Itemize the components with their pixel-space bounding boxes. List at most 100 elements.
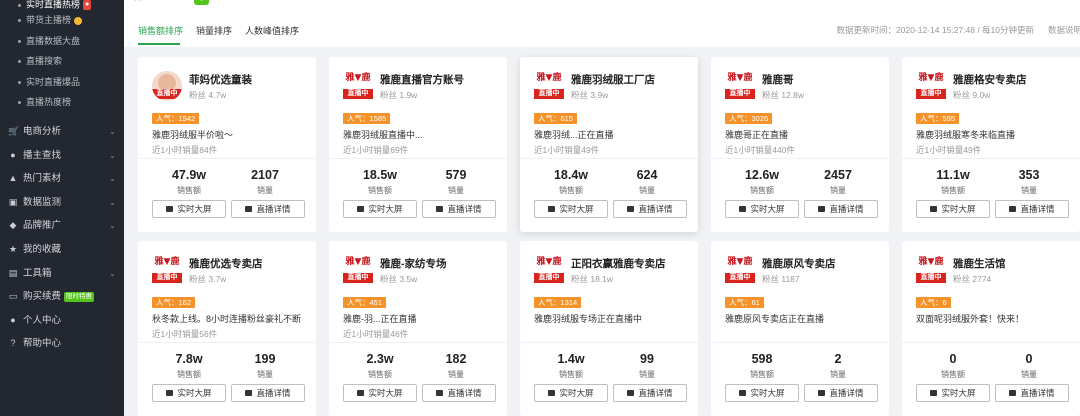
realtime-screen-button[interactable]: 实时大屏	[152, 384, 226, 402]
camera-icon	[357, 389, 365, 396]
live-room-card[interactable]: 雅▼鹿 直播中 正阳衣赢雅鹿专卖店 粉丝 18.1w 人气：1314 雅鹿羽绒服专场正在直…	[520, 241, 698, 416]
live-detail-button[interactable]: 直播详情	[422, 200, 496, 218]
sidebar-item-live-hot[interactable]: 实时直播热榜 ●	[0, 0, 124, 10]
hour-sales: 近1小时销量84件	[152, 145, 218, 155]
sidebar-item-star[interactable]: ★ 我的收藏	[0, 238, 124, 262]
live-room-card[interactable]: 雅▼鹿 直播中 雅鹿-家纺专场 粉丝 3.5w 人气：451 雅鹿-羽...正在直播 近1小…	[329, 241, 507, 416]
live-room-card[interactable]: 雅▼鹿 直播中 雅鹿格安专卖店 粉丝 9.0w 人气：595 雅鹿羽绒服寒冬来临直播 近1小…	[902, 57, 1080, 232]
streamer-name[interactable]: 雅鹿直播官方账号	[380, 72, 464, 87]
live-detail-button[interactable]: 直播详情	[231, 200, 305, 218]
realtime-screen-button[interactable]: 实时大屏	[534, 384, 608, 402]
sales-amount: 18.5w	[362, 168, 398, 182]
realtime-screen-button[interactable]: 实时大屏	[152, 200, 226, 218]
realtime-screen-button[interactable]: 实时大屏	[916, 384, 990, 402]
tab-sales-sort[interactable]: 销售额排序	[138, 24, 183, 37]
live-room-card[interactable]: 雅▼鹿 直播中 雅鹿原风专卖店 粉丝 1187 人气：61 雅鹿原风专卖店正在直播 598 销…	[711, 241, 889, 416]
live-detail-button[interactable]: 直播详情	[995, 200, 1069, 218]
brand-logo[interactable]: 雅▼鹿 直播中	[534, 255, 564, 285]
brand-logo[interactable]: 雅▼鹿 直播中	[534, 71, 564, 101]
chevron-down-icon: ⌄	[109, 174, 116, 184]
live-detail-button[interactable]: 直播详情	[804, 200, 878, 218]
brand-logo[interactable]: 雅▼鹿 直播中	[152, 255, 182, 285]
divider	[902, 158, 1080, 159]
sidebar-item-toolbox[interactable]: ▤ 工具箱 ⌄	[0, 262, 124, 286]
sidebar-item-live-heat[interactable]: 直播热度榜	[0, 92, 124, 113]
sidebar-item-monitor[interactable]: ▣ 数据监测 ⌄	[0, 191, 124, 215]
tab-peak-sort[interactable]: 人数峰值排序	[245, 24, 299, 37]
sidebar-item-help[interactable]: ? 帮助中心	[0, 332, 124, 356]
brand-logo[interactable]: 雅▼鹿 直播中	[725, 71, 755, 101]
realtime-screen-button[interactable]: 实时大屏	[343, 384, 417, 402]
tab-volume-sort[interactable]: 销量排序	[196, 24, 232, 37]
live-title: 雅鹿羽绒服直播中...	[343, 130, 423, 140]
streamer-name[interactable]: 雅鹿优选专卖店	[189, 256, 263, 271]
button-label: 直播详情	[1020, 388, 1055, 398]
logo-text: 雅▼鹿	[343, 255, 373, 269]
active-tab-indicator	[138, 43, 180, 45]
divider	[520, 342, 698, 343]
streamer-name[interactable]: 雅鹿原风专卖店	[762, 256, 836, 271]
fans-count: 粉丝 18.1w	[571, 274, 614, 284]
brand-logo[interactable]: 雅▼鹿 直播中	[916, 255, 946, 285]
live-room-card[interactable]: 雅▼鹿 直播中 雅鹿哥 粉丝 12.8w 人气：3026 雅鹿哥正在直播 近1小时销量440…	[711, 57, 889, 232]
live-room-card[interactable]: 雅▼鹿 直播中 雅鹿直播官方账号 粉丝 1.9w 人气：1585 雅鹿羽绒服直播中... 近…	[329, 57, 507, 232]
dot-icon	[18, 80, 21, 84]
live-room-card[interactable]: 直播中 菲妈优选童装 粉丝 4.7w 人气：1942 雅鹿羽绒服半价啦～ 近1小时销量84…	[138, 57, 316, 232]
sales-amount: 18.4w	[553, 168, 589, 182]
sales-amount-label: 销售额	[941, 370, 965, 379]
divider	[711, 342, 889, 343]
brand-logo[interactable]: 雅▼鹿 直播中	[343, 255, 373, 285]
sidebar-item-seller-rank[interactable]: 带货主播榜	[0, 10, 124, 31]
sidebar-item-fire[interactable]: ▲ 热门素材 ⌄	[0, 167, 124, 191]
button-label: 实时大屏	[368, 204, 403, 214]
brand-logo[interactable]: 雅▼鹿 直播中	[725, 255, 755, 285]
data-explain-link[interactable]: 数据说明	[1048, 24, 1080, 36]
live-room-card[interactable]: 雅▼鹿 直播中 雅鹿生活馆 粉丝 2774 人气：6 双面呢羽绒服外套！快来！ 0 销售额 0 销…	[902, 241, 1080, 416]
logo-char: 雅	[536, 257, 546, 267]
divider	[138, 342, 316, 343]
live-detail-button[interactable]: 直播详情	[995, 384, 1069, 402]
live-detail-button[interactable]: 直播详情	[422, 384, 496, 402]
sidebar-item-search-user[interactable]: ● 播主查找 ⌄	[0, 144, 124, 168]
streamer-name[interactable]: 雅鹿格安专卖店	[953, 72, 1027, 87]
sidebar-item-brand[interactable]: ◆ 品牌推广 ⌄	[0, 214, 124, 238]
brand-logo[interactable]: 雅▼鹿 直播中	[916, 71, 946, 101]
streamer-name[interactable]: 雅鹿-家纺专场	[380, 256, 447, 271]
sidebar-item-live-dashboard[interactable]: 直播数据大盘	[0, 31, 124, 52]
streamer-name[interactable]: 正阳衣赢雅鹿专卖店	[571, 256, 666, 271]
live-detail-button[interactable]: 直播详情	[613, 384, 687, 402]
streamer-name[interactable]: 雅鹿哥	[762, 72, 794, 87]
live-detail-button[interactable]: 直播详情	[613, 200, 687, 218]
sales-volume-label: 销量	[639, 370, 655, 379]
realtime-screen-button[interactable]: 实时大屏	[725, 384, 799, 402]
live-room-card[interactable]: 雅▼鹿 直播中 雅鹿羽绒服工厂店 粉丝 3.9w 人气：615 雅鹿羽绒...正在直播 近1…	[520, 57, 698, 232]
avatar[interactable]: 直播中	[152, 71, 182, 101]
streamer-name[interactable]: 雅鹿生活馆	[953, 256, 1006, 271]
chart-icon	[245, 389, 253, 396]
hot-badge: ●	[83, 0, 92, 10]
medal-icon	[74, 16, 83, 25]
realtime-screen-button[interactable]: 实时大屏	[343, 200, 417, 218]
live-detail-button[interactable]: 直播详情	[231, 384, 305, 402]
streamer-name[interactable]: 雅鹿羽绒服工厂店	[571, 72, 655, 87]
filter-tag[interactable]: ·	[194, 0, 209, 5]
camera-icon	[548, 205, 556, 212]
brand-logo[interactable]: 雅▼鹿 直播中	[343, 71, 373, 101]
camera-icon	[930, 205, 938, 212]
sidebar-item-user[interactable]: ● 个人中心	[0, 309, 124, 333]
realtime-screen-button[interactable]: 实时大屏	[534, 200, 608, 218]
streamer-name[interactable]: 菲妈优选童装	[189, 72, 252, 87]
live-detail-button[interactable]: 直播详情	[804, 384, 878, 402]
live-room-card[interactable]: 雅▼鹿 直播中 雅鹿优选专卖店 粉丝 3.7w 人气：162 秋冬款上线。8小时连播粉丝豪…	[138, 241, 316, 416]
sales-amount: 12.6w	[744, 168, 780, 182]
realtime-screen-button[interactable]: 实时大屏	[725, 200, 799, 218]
sidebar-item-live-products[interactable]: 实时直播爆品	[0, 72, 124, 93]
live-title: 雅鹿羽绒服寒冬来临直播	[916, 130, 1016, 140]
divider	[520, 158, 698, 159]
realtime-screen-button[interactable]: 实时大屏	[916, 200, 990, 218]
sidebar-item-cart[interactable]: 🛒 电商分析 ⌄	[0, 120, 124, 144]
popularity-badge: 人气：451	[343, 297, 387, 308]
sidebar-item-live-search[interactable]: 直播搜索	[0, 51, 124, 72]
sidebar-item-card[interactable]: ▭ 购买续费 限时特惠	[0, 285, 124, 309]
chevron-down-icon: ⌄	[109, 150, 116, 160]
